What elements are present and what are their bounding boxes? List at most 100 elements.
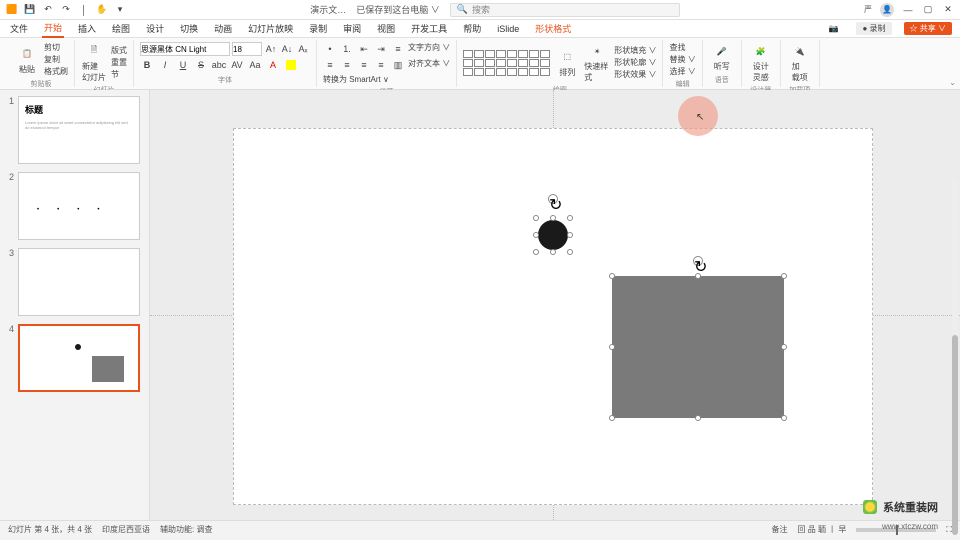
align-center-icon[interactable]: ≡ xyxy=(340,58,354,72)
font-size-combo[interactable] xyxy=(232,42,262,56)
bullets-icon[interactable]: • xyxy=(323,42,337,56)
language-indicator[interactable]: 印度尼西亚语 xyxy=(102,524,150,535)
slide-indicator[interactable]: 幻灯片 第 4 张，共 4 张 xyxy=(8,524,92,535)
increase-font-icon[interactable]: A↑ xyxy=(264,42,278,56)
search-input[interactable]: 🔍 搜索 xyxy=(450,3,680,17)
reset-button[interactable]: 重置 xyxy=(111,57,127,68)
decrease-font-icon[interactable]: A↓ xyxy=(280,42,294,56)
smartart-button[interactable]: 转换为 SmartArt ∨ xyxy=(323,74,389,85)
line-spacing-icon[interactable]: ≡ xyxy=(391,42,405,56)
quick-styles-button[interactable]: ✴快速样式 xyxy=(584,42,610,83)
tab-transitions[interactable]: 切换 xyxy=(178,20,200,37)
qat-more-icon[interactable]: ▾ xyxy=(114,4,126,16)
accessibility-indicator[interactable]: 辅助功能: 调查 xyxy=(160,524,212,535)
record-button[interactable]: ● 录制 xyxy=(856,22,891,35)
tab-devtools[interactable]: 开发工具 xyxy=(409,20,449,37)
numbering-icon[interactable]: 1. xyxy=(340,42,354,56)
rotate-handle-icon[interactable]: ↻ xyxy=(548,194,558,204)
shadow-button[interactable]: abc xyxy=(212,58,226,72)
vertical-scrollbar[interactable] xyxy=(952,180,958,500)
tab-insert[interactable]: 插入 xyxy=(76,20,98,37)
font-color-button[interactable]: A xyxy=(266,58,280,72)
designer-button[interactable]: 🧩设计 灵感 xyxy=(748,42,774,83)
redo-icon[interactable]: ↷ xyxy=(60,4,72,16)
share-button[interactable]: ☆ 共享 ∨ xyxy=(904,22,952,35)
undo-icon[interactable]: ↶ xyxy=(42,4,54,16)
copy-button[interactable]: 复制 xyxy=(44,54,68,65)
tab-animations[interactable]: 动画 xyxy=(212,20,234,37)
highlight-button[interactable] xyxy=(284,58,298,72)
align-text-button[interactable]: 对齐文本 ∨ xyxy=(408,58,450,72)
tab-review[interactable]: 审阅 xyxy=(341,20,363,37)
tab-islide[interactable]: iSlide xyxy=(495,22,521,36)
new-slide-button[interactable]: 🗎新建 幻灯片 xyxy=(81,42,107,83)
indent-dec-icon[interactable]: ⇤ xyxy=(357,42,371,56)
replace-button[interactable]: 替换 ∨ xyxy=(669,54,695,65)
tab-record[interactable]: 录制 xyxy=(307,20,329,37)
maximize-icon[interactable]: ▢ xyxy=(922,4,934,16)
tab-file[interactable]: 文件 xyxy=(8,20,30,37)
touch-mode-icon[interactable]: ✋ xyxy=(96,4,108,16)
case-button[interactable]: Aa xyxy=(248,58,262,72)
thumb-1[interactable]: 1 标题Lorem ipsum dolor sit amet consectet… xyxy=(4,96,145,164)
spacing-button[interactable]: AV xyxy=(230,58,244,72)
close-icon[interactable]: ✕ xyxy=(942,4,954,16)
quick-label: 快速样式 xyxy=(584,61,610,83)
tab-help[interactable]: 帮助 xyxy=(461,20,483,37)
rotate-handle-icon[interactable]: ↻ xyxy=(693,256,703,266)
rect-selection[interactable]: ↻ xyxy=(612,276,784,418)
save-icon[interactable]: 💾 xyxy=(24,4,36,16)
align-left-icon[interactable]: ≡ xyxy=(323,58,337,72)
italic-button[interactable]: I xyxy=(158,58,172,72)
find-button[interactable]: 查找 xyxy=(669,42,685,53)
arrange-label: 排列 xyxy=(559,67,575,78)
new-slide-label: 新建 幻灯片 xyxy=(82,61,106,83)
tab-view[interactable]: 视图 xyxy=(375,20,397,37)
section-button[interactable]: 节 xyxy=(111,69,127,80)
font-name-combo[interactable] xyxy=(140,42,230,56)
dictate-button[interactable]: 🎤听写 xyxy=(709,42,735,72)
camera-button[interactable]: 📷 xyxy=(823,23,845,34)
tab-shape-format[interactable]: 形状格式 xyxy=(533,20,573,37)
group-paragraph: • 1. ⇤ ⇥ ≡ 文字方向 ∨ ≡ ≡ ≡ ≡ ▥ 对齐文本 ∨ 转换为 S… xyxy=(317,40,457,87)
select-button[interactable]: 选择 ∨ xyxy=(669,66,695,77)
shape-effects-button[interactable]: 形状效果 ∨ xyxy=(614,69,656,80)
shapes-gallery[interactable] xyxy=(463,50,550,76)
thumb-4[interactable]: 4 xyxy=(4,324,145,392)
shape-circle[interactable] xyxy=(538,220,568,250)
tab-design[interactable]: 设计 xyxy=(144,20,166,37)
columns-icon[interactable]: ▥ xyxy=(391,58,405,72)
shape-rectangle[interactable] xyxy=(612,276,784,418)
clear-format-icon[interactable]: Aₓ xyxy=(296,42,310,56)
circle-selection[interactable]: ↻ xyxy=(536,218,570,252)
bold-button[interactable]: B xyxy=(140,58,154,72)
tab-home[interactable]: 开始 xyxy=(42,19,64,38)
strike-button[interactable]: S xyxy=(194,58,208,72)
user-avatar[interactable]: 👤 xyxy=(880,3,894,17)
indent-inc-icon[interactable]: ⇥ xyxy=(374,42,388,56)
format-painter-button[interactable]: 格式刷 xyxy=(44,66,68,77)
autosave-status[interactable]: 已保存到这台电脑 ∨ xyxy=(356,3,440,16)
arrange-button[interactable]: ⬚排列 xyxy=(554,48,580,78)
align-right-icon[interactable]: ≡ xyxy=(357,58,371,72)
layout-button[interactable]: 版式 xyxy=(111,45,127,56)
text-direction-button[interactable]: 文字方向 ∨ xyxy=(408,42,450,56)
scrollbar-thumb[interactable] xyxy=(952,335,958,535)
justify-icon[interactable]: ≡ xyxy=(374,58,388,72)
collapse-ribbon-icon[interactable]: ⌄ xyxy=(949,78,956,87)
minimize-icon[interactable]: — xyxy=(902,4,914,16)
thumb-3[interactable]: 3 xyxy=(4,248,145,316)
addins-button[interactable]: 🔌加 载项 xyxy=(787,42,813,83)
view-buttons[interactable]: 回 品 聏 丨 早 xyxy=(798,524,847,535)
shape-fill-button[interactable]: 形状填充 ∨ xyxy=(614,45,656,56)
tab-draw[interactable]: 绘图 xyxy=(110,20,132,37)
cut-button[interactable]: 剪切 xyxy=(44,42,68,53)
tab-slideshow[interactable]: 幻灯片放映 xyxy=(246,20,295,37)
document-name[interactable]: 演示文… xyxy=(310,3,346,16)
shape-outline-button[interactable]: 形状轮廓 ∨ xyxy=(614,57,656,68)
slide-canvas[interactable]: ↖ ↻ ↻ xyxy=(150,90,960,520)
notes-button[interactable]: 备注 xyxy=(772,524,788,535)
thumb-2[interactable]: 2 •••• xyxy=(4,172,145,240)
underline-button[interactable]: U xyxy=(176,58,190,72)
paste-button[interactable]: 📋粘贴 xyxy=(14,45,40,75)
